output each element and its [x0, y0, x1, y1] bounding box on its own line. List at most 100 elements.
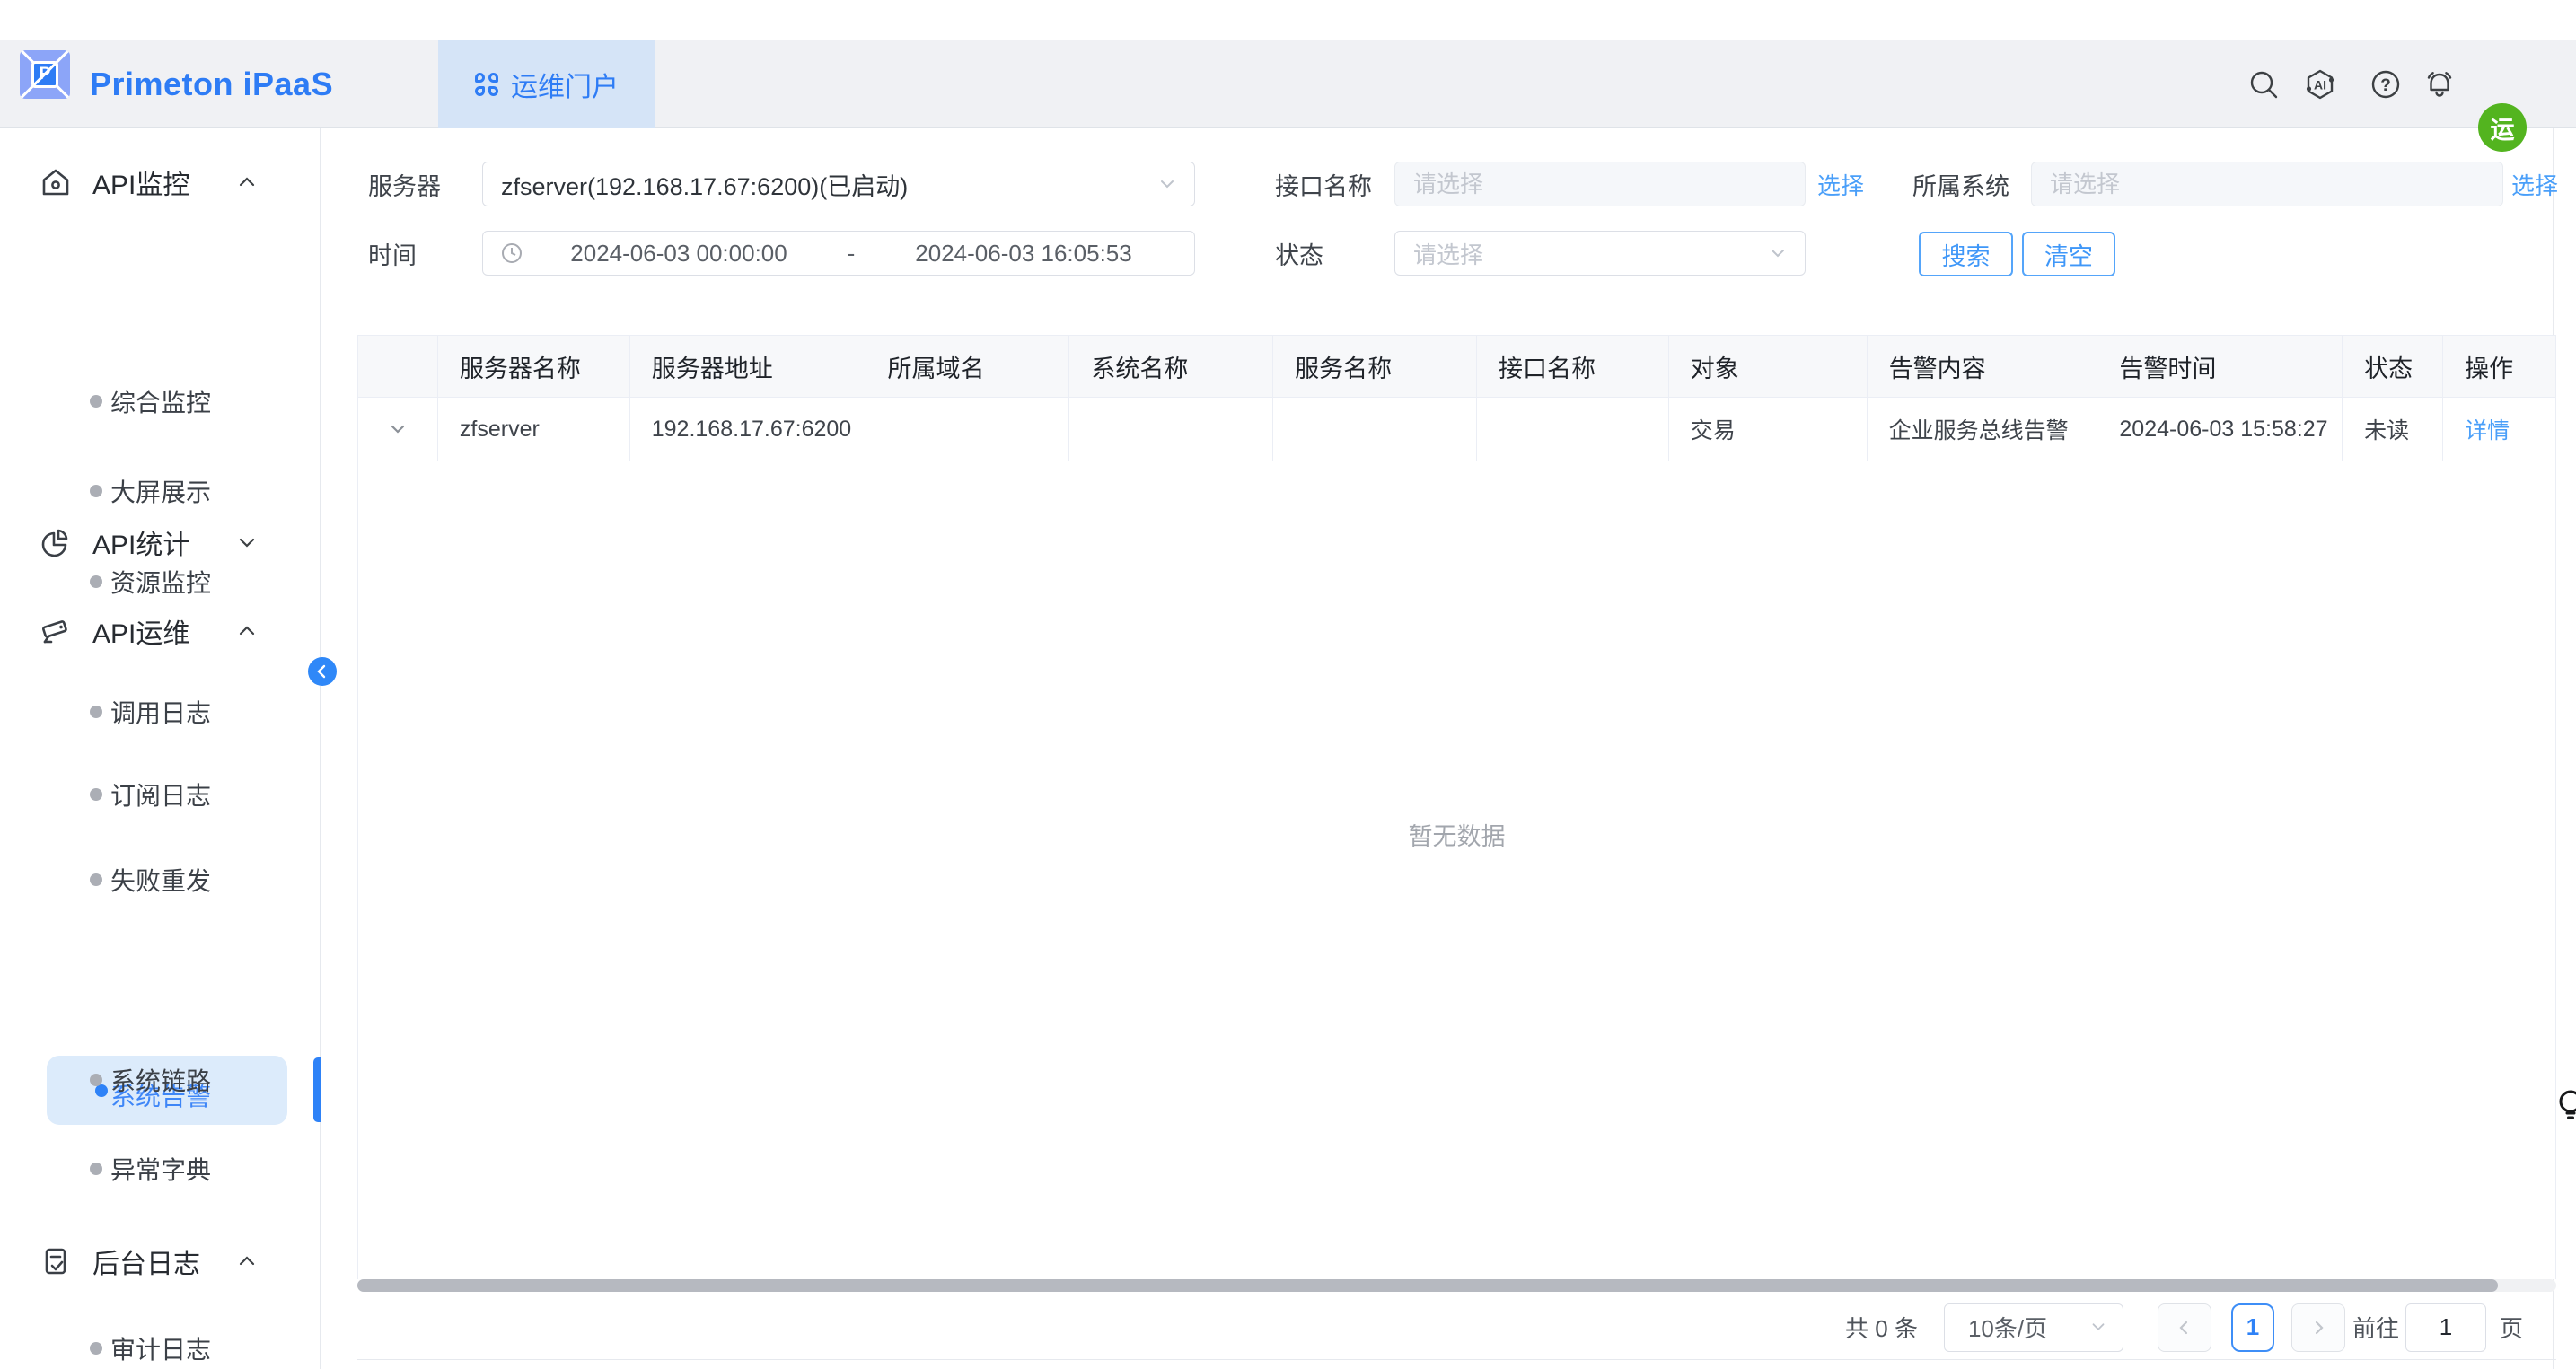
sidebar-item-call-log[interactable]: 调用日志 [0, 687, 320, 737]
interface-input-wrap [1394, 162, 1806, 206]
header-cell: 服务器地址 [630, 336, 866, 397]
system-select-link[interactable]: 选择 [2511, 162, 2558, 206]
sidebar-nav: API监控 综合监控 大屏展示 资源监控 API统计 [0, 128, 321, 1369]
sidebar-group-api-ops[interactable]: API运维 [0, 606, 320, 656]
tab-ops-portal[interactable]: 运维门户 [438, 40, 655, 128]
clipboard-check-icon [38, 1243, 74, 1279]
bullet-dot [90, 1074, 102, 1086]
sidebar-item-label: 失败重发 [110, 862, 211, 898]
time-label: 时间 [368, 231, 417, 276]
app-title: Primeton iPaaS [90, 40, 333, 128]
cell-server-name: zfserver [438, 398, 630, 461]
header-cell: 所属域名 [866, 336, 1070, 397]
header-cell: 服务名称 [1273, 336, 1477, 397]
cell-server-address: 192.168.17.67:6200 [630, 398, 866, 461]
sidebar-group-api-monitor[interactable]: API监控 [0, 157, 320, 207]
sidebar-group-backend-log[interactable]: 后台日志 [0, 1236, 320, 1286]
time-start-value[interactable]: 2024-06-03 00:00:00 [524, 240, 833, 268]
search-icon[interactable] [2245, 66, 2282, 103]
chevron-down-icon [235, 531, 259, 554]
status-label: 状态 [1275, 231, 1323, 276]
chevron-down-icon [1156, 173, 1178, 195]
user-avatar[interactable]: 运 [2478, 103, 2527, 152]
horizontal-scrollbar-track [357, 1279, 2556, 1292]
server-select[interactable]: zfserver(192.168.17.67:6200)(已启动) [482, 162, 1195, 206]
time-separator: - [833, 240, 869, 268]
chevron-up-icon [235, 1250, 259, 1273]
sidebar-item-system-link[interactable]: 系统链路 [0, 1055, 320, 1105]
page-size-value: 10条/页 [1968, 1311, 2088, 1344]
status-select-placeholder: 请选择 [1413, 237, 1767, 270]
goto-page-input[interactable] [2406, 1304, 2485, 1351]
current-page-button[interactable]: 1 [2231, 1303, 2274, 1352]
sidebar-group-label: API统计 [92, 522, 189, 562]
lightbulb-icon[interactable] [2555, 1088, 2576, 1124]
bullet-dot [90, 1342, 102, 1355]
sidebar-item-comprehensive-monitor[interactable]: 综合监控 [0, 376, 320, 426]
horizontal-scrollbar-thumb[interactable] [357, 1279, 2498, 1292]
sidebar-item-failure-resend[interactable]: 失败重发 [0, 855, 320, 905]
page-unit-label: 页 [2500, 1311, 2523, 1344]
time-range-picker[interactable]: 2024-06-03 00:00:00 - 2024-06-03 16:05:5… [482, 231, 1195, 276]
header-cell: 服务器名称 [438, 336, 630, 397]
cell-alert-content: 企业服务总线告警 [1868, 398, 2098, 461]
clock-icon [499, 241, 524, 266]
table-header-row: 服务器名称 服务器地址 所属域名 系统名称 服务名称 接口名称 对象 告警内容 … [357, 335, 2556, 398]
sidebar-item-label: 调用日志 [110, 694, 211, 730]
clear-button[interactable]: 清空 [2022, 232, 2115, 276]
top-header: P Primeton iPaaS 运维门户 AI ? [0, 40, 2576, 128]
cell-alert-time: 2024-06-03 15:58:27 [2097, 398, 2343, 461]
sidebar-item-exception-dict[interactable]: 异常字典 [0, 1144, 320, 1194]
sidebar-group-label: API运维 [92, 611, 189, 651]
search-button[interactable]: 搜索 [1919, 232, 2013, 276]
chevron-up-icon [235, 171, 259, 194]
interface-input[interactable] [1413, 171, 1787, 198]
interface-select-link[interactable]: 选择 [1817, 162, 1864, 206]
sidebar-item-audit-log[interactable]: 审计日志 [0, 1323, 320, 1369]
row-detail-link[interactable]: 详情 [2465, 413, 2510, 445]
page-size-select[interactable]: 10条/页 [1944, 1303, 2123, 1352]
header-cell: 操作 [2443, 336, 2555, 397]
sidebar-item-subscribe-log[interactable]: 订阅日志 [0, 769, 320, 820]
sidebar-group-label: API监控 [92, 162, 189, 202]
svg-text:?: ? [2380, 76, 2391, 95]
prev-page-button[interactable] [2158, 1303, 2211, 1352]
interface-label: 接口名称 [1275, 162, 1372, 206]
table-row: zfserver 192.168.17.67:6200 交易 企业服务总线告警 … [357, 398, 2556, 461]
empty-state-text: 暂无数据 [358, 817, 2555, 852]
logo-letter: P [31, 61, 58, 88]
notification-bell-icon[interactable] [2421, 66, 2458, 103]
header-cell: 告警内容 [1868, 336, 2098, 397]
row-expand-chevron-icon[interactable] [386, 417, 409, 441]
system-input[interactable] [2050, 171, 2484, 198]
bullet-dot [90, 706, 102, 718]
header-cell: 系统名称 [1069, 336, 1273, 397]
cell-domain [866, 398, 1070, 461]
sidebar-group-api-stats[interactable]: API统计 [0, 517, 320, 567]
system-input-wrap [2031, 162, 2503, 206]
sidebar-item-label: 综合监控 [110, 383, 211, 419]
status-select[interactable]: 请选择 [1394, 231, 1806, 276]
sidebar-collapse-button[interactable] [308, 657, 337, 686]
server-select-value: zfserver(192.168.17.67:6200)(已启动) [501, 167, 1156, 202]
cell-service-name [1273, 398, 1477, 461]
goto-page-input-wrap [2405, 1303, 2486, 1352]
cell-system-name [1069, 398, 1273, 461]
app-logo: P [20, 50, 70, 99]
header-expander-col [358, 336, 438, 397]
server-label: 服务器 [368, 162, 441, 206]
pie-chart-icon [38, 524, 74, 560]
bullet-dot [90, 575, 102, 588]
sidebar-item-big-screen[interactable]: 大屏展示 [0, 466, 320, 516]
help-icon[interactable]: ? [2367, 66, 2405, 103]
bullet-dot [90, 485, 102, 497]
cell-interface-name [1477, 398, 1669, 461]
sidebar-item-label: 审计日志 [110, 1330, 211, 1366]
header-cell: 对象 [1669, 336, 1868, 397]
cell-object: 交易 [1669, 398, 1868, 461]
next-page-button[interactable] [2291, 1303, 2345, 1352]
chevron-down-icon [1767, 242, 1789, 264]
chevron-up-icon [235, 619, 259, 643]
ai-assistant-icon[interactable]: AI [2301, 66, 2339, 103]
time-end-value[interactable]: 2024-06-03 16:05:53 [869, 240, 1178, 268]
